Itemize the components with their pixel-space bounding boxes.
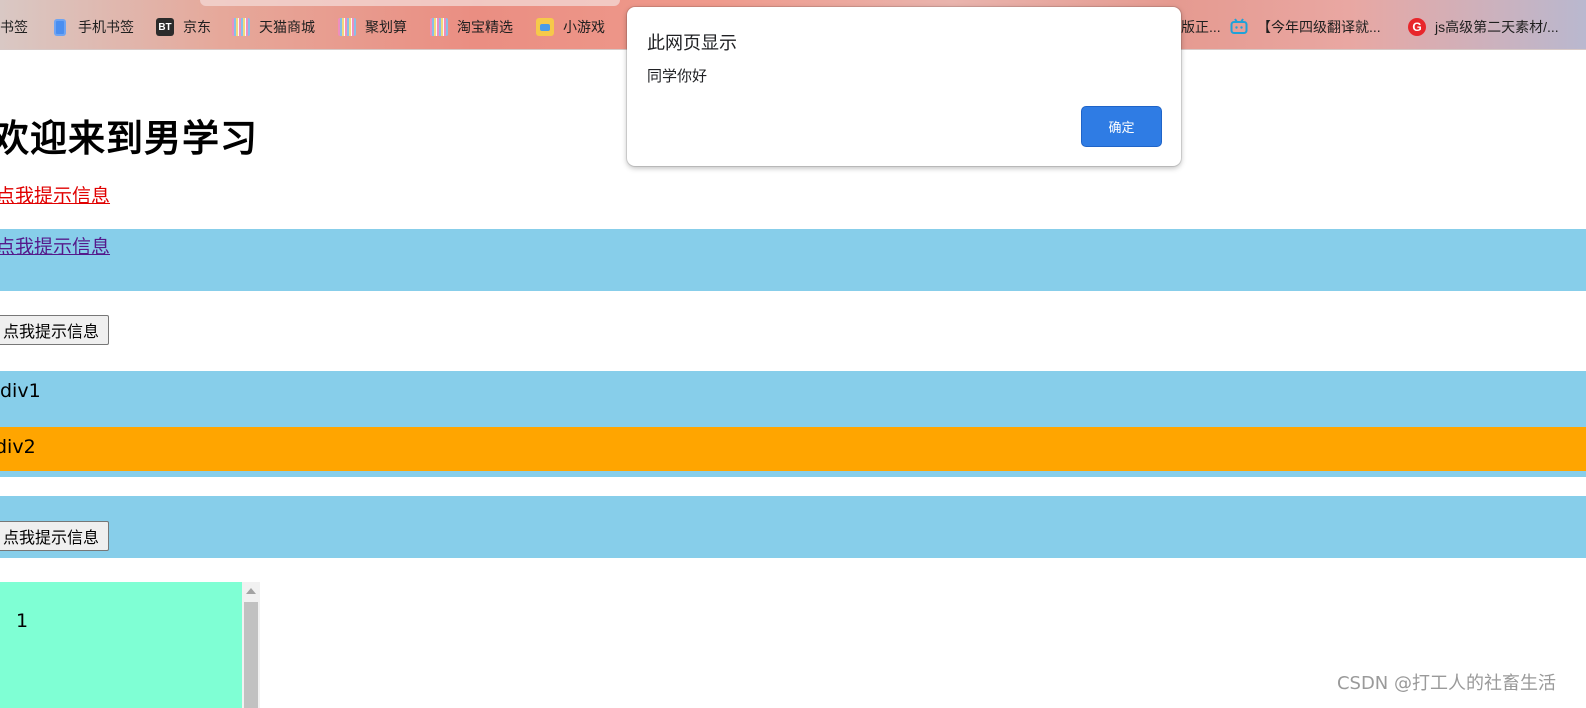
- div2-label: div2: [0, 436, 36, 458]
- bookmark-label: 手机书签: [78, 19, 134, 35]
- phone-icon: [54, 18, 66, 36]
- div1-label: div1: [0, 380, 41, 402]
- scroll-box-value: 1: [16, 610, 29, 632]
- bookmark-shuqian[interactable]: 书签: [0, 16, 28, 38]
- vertical-scrollbar[interactable]: [242, 582, 260, 708]
- tab-strip-edge: [200, 0, 620, 6]
- alert-link[interactable]: 点我提示信息: [0, 181, 110, 208]
- pattern-icon: [232, 18, 250, 36]
- bookmark-label: 淘宝精选: [457, 19, 513, 35]
- scroll-box-content: 1: [0, 582, 242, 708]
- pattern-icon: [430, 18, 448, 36]
- div1-box: [0, 371, 1586, 427]
- bookmark-label: 版正...: [1181, 19, 1221, 35]
- bookmark-mobile[interactable]: 手机书签: [51, 16, 134, 38]
- bt-icon: BT: [156, 18, 174, 36]
- page-heading: 欢迎来到男学习: [0, 117, 258, 160]
- browser-page: 书签 手机书签 BT 京东 天猫商城 聚划算 淘宝精选 小游戏 版正... 【今…: [0, 0, 1586, 708]
- scrollable-box[interactable]: 1: [0, 582, 262, 708]
- bookmark-partial[interactable]: 版正...: [1181, 16, 1221, 38]
- bilibili-tv-icon: [1230, 18, 1248, 36]
- bookmark-jd[interactable]: BT 京东: [156, 16, 211, 38]
- bookmark-label: 京东: [183, 19, 211, 35]
- dialog-title: 此网页显示: [647, 33, 737, 54]
- bookmark-label: js高级第二天素材/...: [1435, 19, 1559, 35]
- dialog-message: 同学你好: [647, 67, 708, 85]
- div2-box: [0, 427, 1586, 471]
- bookmark-juhuasuan[interactable]: 聚划算: [338, 16, 407, 38]
- alert-button[interactable]: 点我提示信息: [0, 315, 110, 345]
- bookmark-label: 聚划算: [365, 19, 407, 35]
- game-icon: [536, 18, 554, 36]
- alert-button-2[interactable]: 点我提示信息: [0, 521, 110, 551]
- bookmark-cet4[interactable]: 【今年四级翻译就...: [1230, 16, 1381, 38]
- alert-dialog: 此网页显示 同学你好 确定: [627, 7, 1181, 166]
- sky-blue-section-1: [0, 229, 1586, 291]
- pattern-icon: [338, 18, 356, 36]
- bookmark-label: 【今年四级翻译就...: [1257, 19, 1381, 35]
- bookmark-label: 天猫商城: [259, 19, 315, 35]
- scrollbar-thumb[interactable]: [244, 602, 258, 708]
- scroll-up-arrow-icon[interactable]: [246, 588, 256, 594]
- alert-link-visited[interactable]: 点我提示信息: [0, 232, 110, 259]
- bookmark-taobao[interactable]: 淘宝精选: [430, 16, 513, 38]
- bookmark-label: 小游戏: [563, 19, 605, 35]
- ok-button[interactable]: 确定: [1081, 106, 1162, 147]
- bookmark-games[interactable]: 小游戏: [536, 16, 605, 38]
- sky-blue-section-3: [0, 496, 1586, 558]
- g-logo-icon: G: [1408, 18, 1426, 36]
- bookmark-js-materials[interactable]: G js高级第二天素材/...: [1408, 16, 1559, 38]
- div1-box-bottom: [0, 471, 1586, 477]
- bookmark-tmall[interactable]: 天猫商城: [232, 16, 315, 38]
- watermark: CSDN @打工人的社畜生活: [1336, 673, 1556, 694]
- bookmark-label: 书签: [0, 19, 28, 35]
